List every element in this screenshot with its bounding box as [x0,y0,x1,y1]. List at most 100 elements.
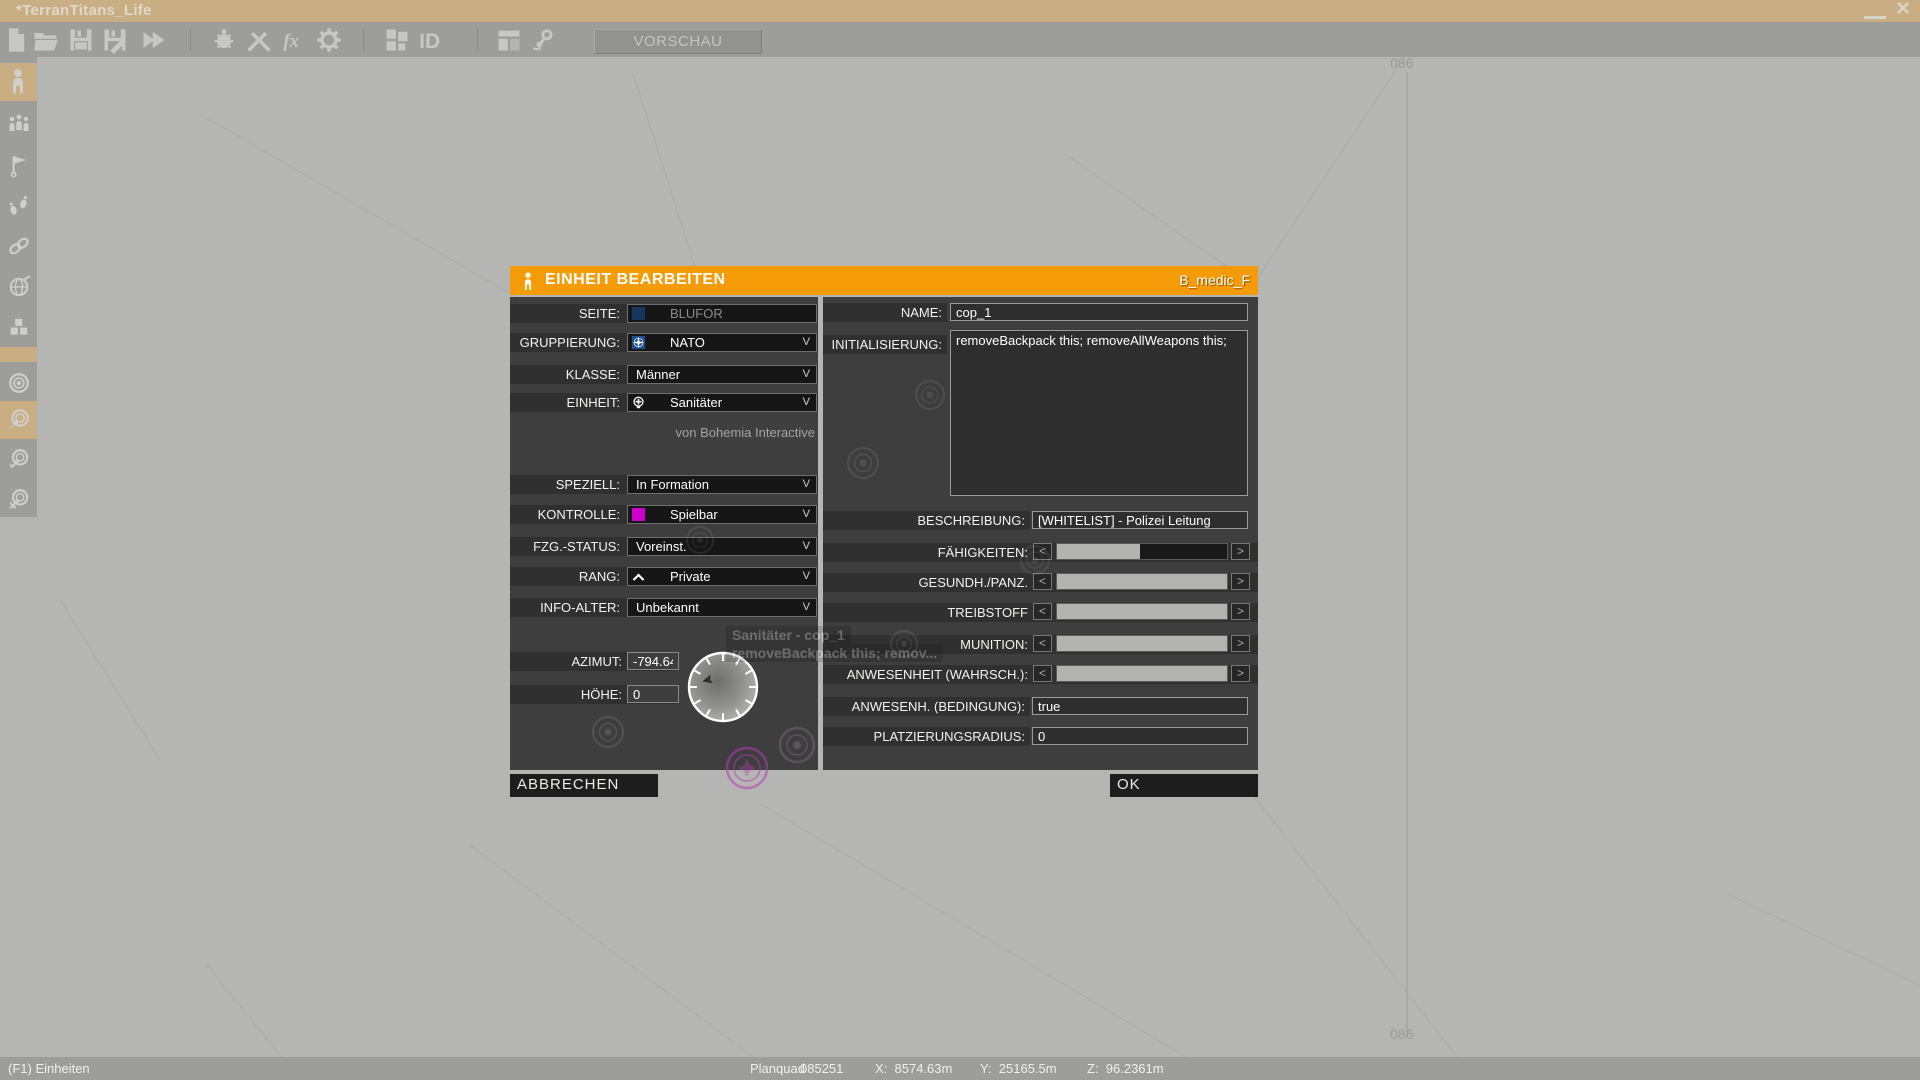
rang-label: RANG: [578,569,620,584]
row-einheit: EINHEIT: Sanitäter V [510,393,818,412]
gruppierung-label: GRUPPIERUNG: [519,335,620,350]
sidebar-item-groups[interactable] [0,105,37,143]
modules-icon[interactable] [383,26,411,54]
map-grid-label-top: 086 [1390,55,1414,71]
gesundheit-slider[interactable] [1056,573,1228,590]
init-textarea[interactable]: removeBackpack this; removeAllWeapons th… [950,330,1248,496]
hoehe-input[interactable] [627,685,679,703]
row-gruppierung: GRUPPIERUNG: NATO V [510,333,818,352]
svg-text:fx: fx [283,31,299,52]
kontrolle-dropdown[interactable]: Spielbar V [627,505,817,524]
intel-icon[interactable] [210,26,238,54]
beschreibung-label: BESCHREIBUNG: [917,513,1025,528]
chevron-down-icon: V [802,478,810,490]
statusbar-mode: (F1) Einheiten [8,1061,90,1076]
name-input[interactable] [950,303,1248,321]
anwesenheit-slider[interactable] [1056,665,1228,682]
cancel-button[interactable]: ABBRECHEN [510,774,658,797]
statusbar-y: Y: 25165.5m [980,1061,1057,1076]
open-folder-icon[interactable] [32,26,60,54]
steam-icon[interactable] [530,26,558,54]
kontrolle-label: KONTROLLE: [537,507,620,522]
sidebar-item-synchronize[interactable] [0,228,37,266]
preview-button[interactable]: VORSCHAU [594,29,762,54]
gruppierung-dropdown[interactable]: NATO V [627,333,817,352]
faehigkeiten-decrease-button[interactable]: < [1033,543,1052,560]
row-rang: RANG: Private V [510,567,818,586]
sidebar-item-markers[interactable] [0,269,37,307]
faehigkeiten-slider[interactable] [1056,543,1228,560]
row-info-alter: INFO-ALTER: Unbekannt V [510,598,818,617]
treibstoff-slider[interactable] [1056,603,1228,620]
export-icon[interactable] [140,26,168,54]
contour-line [469,844,785,1080]
sidebar-item-bullseye-arrow[interactable] [0,401,37,439]
save-icon[interactable] [67,26,95,54]
sidebar-item-triggers[interactable] [0,147,37,185]
toolbar-separator [190,28,191,51]
faehigkeiten-increase-button[interactable]: > [1231,543,1250,560]
medic-icon [633,396,644,409]
functions-icon[interactable]: fx [281,26,309,54]
treibstoff-label: TREIBSTOFF [947,605,1028,620]
settings-gear-icon[interactable] [315,26,343,54]
author-text: von Bohemia Interactive [675,425,815,440]
radius-input[interactable] [1032,727,1248,745]
bedingung-input[interactable] [1032,697,1248,715]
row-author: von Bohemia Interactive [510,423,818,442]
layers-icon[interactable] [495,26,523,54]
info-alter-value: Unbekannt [636,600,699,615]
row-faehigkeiten: FÄHIGKEITEN: < > [823,543,1258,562]
ids-icon[interactable]: ID [418,26,446,54]
gesundheit-increase-button[interactable]: > [1231,573,1250,590]
info-alter-dropdown[interactable]: Unbekannt V [627,598,817,617]
munition-increase-button[interactable]: > [1231,635,1250,652]
dialog-header[interactable]: EINHEIT BEARBEITEN B_medic_F [510,266,1258,295]
close-icon[interactable]: × [1892,0,1914,21]
rang-dropdown[interactable]: Private V [627,567,817,586]
speziell-label: SPEZIELL: [555,477,620,492]
treibstoff-increase-button[interactable]: > [1231,603,1250,620]
chevron-down-icon: V [802,570,810,582]
munition-slider[interactable] [1056,635,1228,652]
new-file-icon[interactable] [2,26,30,54]
azimut-input[interactable] [627,652,679,670]
klasse-value: Männer [636,367,681,382]
anwesenheit-increase-button[interactable]: > [1231,665,1250,682]
tools-icon[interactable] [245,26,273,54]
chevron-down-icon: V [802,396,810,408]
statusbar: (F1) Einheiten Planquad 085251 X: 8574.6… [0,1057,1920,1080]
chevron-down-icon: V [802,368,810,380]
klasse-dropdown[interactable]: Männer V [627,365,817,384]
speziell-dropdown[interactable]: In Formation V [627,475,817,494]
seite-value: BLUFOR [670,306,723,321]
sidebar-item-units[interactable] [0,63,37,101]
contour-line [632,72,701,283]
sidebar-item-bullseye-check[interactable] [0,441,37,479]
sidebar-item-bullseye[interactable] [0,365,37,403]
sidebar-item-modules[interactable] [0,309,37,347]
munition-decrease-button[interactable]: < [1033,635,1052,652]
ok-button[interactable]: OK [1110,774,1258,797]
svg-text:ID: ID [419,30,440,53]
minimize-icon[interactable] [1864,3,1886,19]
toolbar: fx ID VORSCHAU [0,22,1920,57]
contour-line [1248,789,1476,1080]
row-klasse: KLASSE: Männer V [510,365,818,384]
sidebar-item-waypoints[interactable] [0,188,37,226]
chevron-down-icon: V [802,601,810,613]
save-as-icon[interactable] [101,26,129,54]
fzg-status-value: Voreinst. [636,539,687,554]
einheit-dropdown[interactable]: Sanitäter V [627,393,817,412]
azimut-compass-dial[interactable] [686,650,760,724]
treibstoff-decrease-button[interactable]: < [1033,603,1052,620]
anwesenheit-decrease-button[interactable]: < [1033,665,1052,682]
toolbar-separator [363,28,364,51]
dialog-right-panel: NAME: INITIALISIERUNG: removeBackpack th… [823,297,1258,770]
fzg-status-dropdown[interactable]: Voreinst. V [627,537,817,556]
beschreibung-input[interactable] [1032,511,1248,529]
rank-private-icon [632,573,645,581]
sidebar-item-bullseye-cross[interactable] [0,481,37,519]
gesundheit-decrease-button[interactable]: < [1033,573,1052,590]
row-seite: SEITE: BLUFOR [510,304,818,323]
